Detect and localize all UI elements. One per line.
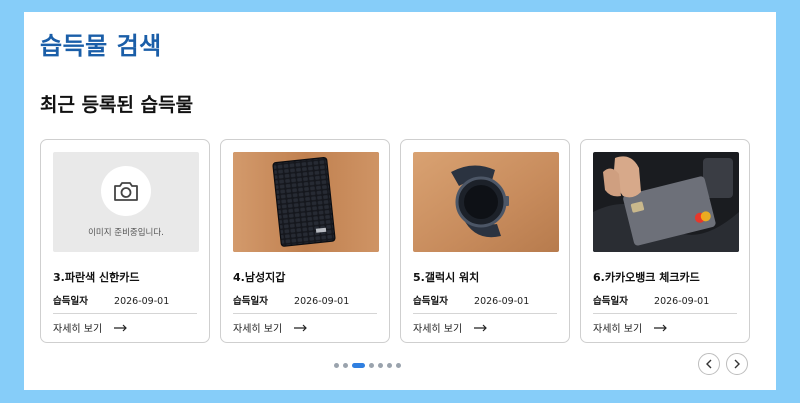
date-row: 습득일자 2026-09-01 xyxy=(53,293,169,307)
arrow-right-icon xyxy=(294,324,308,331)
date-row: 습득일자 2026-09-01 xyxy=(593,293,709,307)
arrow-right-icon xyxy=(474,324,488,331)
image-placeholder: 이미지 준비중입니다. xyxy=(53,152,199,252)
detail-link-label: 자세히 보기 xyxy=(53,324,103,335)
wallet-photo xyxy=(233,152,379,252)
content-panel: 습득물 검색 최근 등록된 습득물 이미지 준비중입니다. 3.파란색 신한카드… xyxy=(24,12,776,390)
date-value: 2026-09-01 xyxy=(114,296,170,307)
camera-icon xyxy=(101,166,151,216)
page-dot[interactable] xyxy=(369,363,374,368)
page-dot[interactable] xyxy=(387,363,392,368)
date-row: 습득일자 2026-09-01 xyxy=(413,293,529,307)
date-row: 습득일자 2026-09-01 xyxy=(233,293,349,307)
item-title: 6.카카오뱅크 체크카드 xyxy=(593,271,700,284)
page-dot[interactable] xyxy=(378,363,383,368)
date-label: 습득일자 xyxy=(413,296,448,307)
next-button[interactable] xyxy=(726,353,748,375)
detail-link-label: 자세히 보기 xyxy=(233,324,283,335)
divider xyxy=(233,313,377,314)
detail-link[interactable]: 자세히 보기 xyxy=(593,320,668,335)
detail-link[interactable]: 자세히 보기 xyxy=(53,320,128,335)
date-value: 2026-09-01 xyxy=(474,296,530,307)
page-dot[interactable] xyxy=(343,363,348,368)
item-card[interactable]: 5.갤럭시 워치 습득일자 2026-09-01 자세히 보기 xyxy=(400,139,570,343)
watch-photo xyxy=(413,152,559,252)
arrow-right-icon xyxy=(654,324,668,331)
date-value: 2026-09-01 xyxy=(294,296,350,307)
card-photo xyxy=(593,152,739,252)
item-card[interactable]: 6.카카오뱅크 체크카드 습득일자 2026-09-01 자세히 보기 xyxy=(580,139,750,343)
placeholder-text: 이미지 준비중입니다. xyxy=(88,228,164,238)
page-title: 습득물 검색 xyxy=(40,32,162,60)
page-dot[interactable] xyxy=(334,363,339,368)
item-card[interactable]: 4.남성지갑 습득일자 2026-09-01 자세히 보기 xyxy=(220,139,390,343)
detail-link-label: 자세히 보기 xyxy=(593,324,643,335)
divider xyxy=(413,313,557,314)
detail-link[interactable]: 자세히 보기 xyxy=(413,320,488,335)
chevron-right-icon xyxy=(734,359,740,369)
detail-link[interactable]: 자세히 보기 xyxy=(233,320,308,335)
pagination xyxy=(334,363,401,368)
page-dot[interactable] xyxy=(396,363,401,368)
divider xyxy=(593,313,737,314)
detail-link-label: 자세히 보기 xyxy=(413,324,463,335)
date-label: 습득일자 xyxy=(593,296,628,307)
date-label: 습득일자 xyxy=(233,296,268,307)
date-label: 습득일자 xyxy=(53,296,88,307)
prev-button[interactable] xyxy=(698,353,720,375)
date-value: 2026-09-01 xyxy=(654,296,710,307)
divider xyxy=(53,313,197,314)
page-dot-active[interactable] xyxy=(352,363,365,368)
item-title: 4.남성지갑 xyxy=(233,271,286,284)
item-title: 5.갤럭시 워치 xyxy=(413,271,480,284)
chevron-left-icon xyxy=(706,359,712,369)
item-title: 3.파란색 신한카드 xyxy=(53,271,140,284)
section-title: 최근 등록된 습득물 xyxy=(40,94,194,116)
item-card[interactable]: 이미지 준비중입니다. 3.파란색 신한카드 습득일자 2026-09-01 자… xyxy=(40,139,210,343)
arrow-right-icon xyxy=(114,324,128,331)
